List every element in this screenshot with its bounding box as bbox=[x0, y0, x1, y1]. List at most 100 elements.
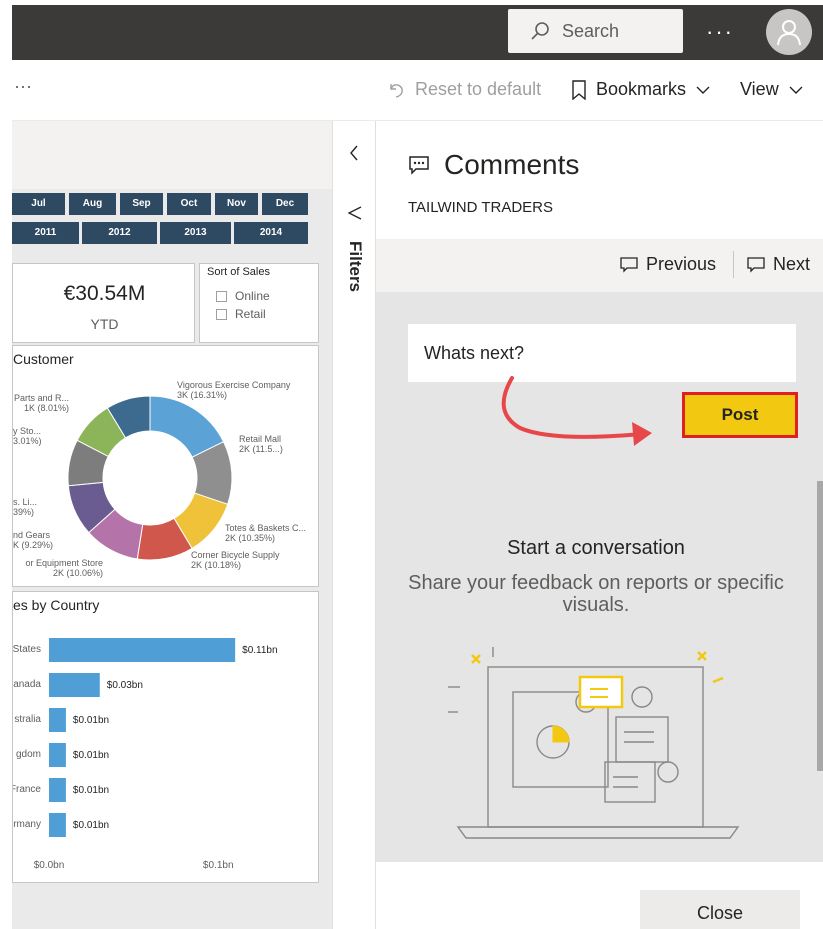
chevron-down-icon bbox=[789, 86, 803, 94]
comment-icon bbox=[409, 156, 429, 175]
next-button[interactable]: Next bbox=[747, 254, 810, 275]
top-bar: Search ··· bbox=[12, 5, 823, 60]
kpi-card: €30.54M YTD bbox=[12, 263, 195, 343]
search-placeholder: Search bbox=[562, 20, 620, 41]
donut-label-3: Corner Bicycle Supply 2K (10.18%) bbox=[191, 550, 280, 570]
view-button[interactable]: View bbox=[740, 79, 803, 100]
option-label: Retail bbox=[235, 307, 266, 321]
kpi-label: YTD bbox=[90, 316, 119, 332]
slicer-option-retail[interactable]: Retail bbox=[216, 307, 266, 321]
laptop-illustration bbox=[448, 647, 740, 839]
bar-chart: States $0.11bn anada $0.03bn stralia $0.01bn g… bbox=[13, 638, 278, 871]
month-tile[interactable]: Oct bbox=[167, 193, 211, 215]
bar-category-label: anada bbox=[13, 679, 41, 690]
donut-label-1: Retail Mall 2K (11.5...) bbox=[239, 434, 283, 454]
more-options-icon[interactable]: ··· bbox=[706, 19, 734, 45]
annotation-arrow bbox=[501, 376, 652, 446]
next-label: Next bbox=[773, 254, 811, 274]
slicer-option-online[interactable]: Online bbox=[216, 289, 270, 303]
year-tile[interactable]: 2014 bbox=[234, 222, 308, 244]
bar[interactable] bbox=[49, 743, 66, 767]
bar[interactable] bbox=[49, 813, 66, 837]
bar[interactable] bbox=[49, 708, 66, 732]
donut-label-5: nd Gears K (9.29%) bbox=[13, 530, 54, 550]
user-icon bbox=[777, 20, 801, 46]
report-name: TAILWIND TRADERS bbox=[408, 199, 554, 216]
year-tile[interactable]: 2012 bbox=[82, 222, 157, 244]
year-tile[interactable]: 2013 bbox=[160, 222, 231, 244]
bar-category-label: stralia bbox=[14, 714, 41, 725]
bar-category-label: France bbox=[13, 784, 41, 795]
bar-value-label: $0.01bn bbox=[73, 785, 109, 796]
slicer-title: Sort of Sales bbox=[207, 266, 270, 278]
bar-value-label: $0.11bn bbox=[242, 645, 277, 656]
donut-label-2: Totes & Baskets C... 2K (10.35%) bbox=[225, 523, 307, 543]
comment-nav-bar: Previous Next bbox=[376, 239, 823, 292]
axis-tick-label: $0.0bn bbox=[34, 860, 65, 871]
overflow-menu-icon[interactable]: ··· bbox=[14, 76, 32, 97]
option-label: Online bbox=[235, 289, 270, 303]
month-tile[interactable]: Dec bbox=[262, 193, 308, 215]
view-label: View bbox=[740, 79, 779, 99]
filters-pane-collapsed[interactable]: Filters bbox=[332, 121, 376, 929]
post-button[interactable]: Post bbox=[682, 392, 798, 438]
bar[interactable] bbox=[49, 778, 66, 802]
start-conversation-text: Share your feedback on reports or specif… bbox=[408, 572, 784, 616]
comment-next-icon bbox=[747, 256, 765, 273]
bar[interactable] bbox=[49, 673, 100, 697]
scrollbar[interactable] bbox=[817, 481, 823, 771]
report-header-area bbox=[12, 121, 332, 189]
bar-category-label: rmany bbox=[13, 819, 41, 830]
donut-label-4: or Equipment Store 2K (10.06%) bbox=[25, 558, 103, 578]
app-window: Search ··· ··· Reset to default Bookmark… bbox=[12, 5, 823, 929]
filter-icon bbox=[347, 206, 362, 220]
previous-button[interactable]: Previous bbox=[620, 254, 716, 275]
bar[interactable] bbox=[49, 638, 236, 662]
start-conversation-title: Start a conversation bbox=[507, 537, 685, 559]
month-tile[interactable]: Nov bbox=[215, 193, 258, 215]
search-box[interactable]: Search bbox=[508, 9, 683, 53]
bookmarks-label: Bookmarks bbox=[596, 79, 687, 99]
donut-label-8: Parts and R... 1K (8.01%) bbox=[13, 393, 69, 413]
undo-icon bbox=[390, 83, 403, 98]
comments-title: Comments bbox=[444, 149, 580, 180]
filters-label: Filters bbox=[346, 241, 365, 293]
comments-header: Comments bbox=[408, 149, 579, 181]
donut-label-7: y Sto... 3.01%) bbox=[13, 426, 42, 446]
divider bbox=[733, 251, 734, 278]
bookmark-icon bbox=[572, 79, 586, 100]
bar-value-label: $0.01bn bbox=[73, 750, 109, 761]
sales-by-country-card: es by Country States $0.11bn anada $0.03bn s… bbox=[12, 591, 319, 883]
bar-value-label: $0.03bn bbox=[107, 680, 143, 691]
comment-previous-icon bbox=[620, 256, 638, 273]
year-tile[interactable]: 2011 bbox=[12, 222, 79, 244]
customer-donut-card: Customer Vigorous Exercise Company 3K (16… bbox=[12, 345, 319, 587]
action-bar: ··· Reset to default Bookmarks View bbox=[12, 60, 823, 121]
bar-value-label: $0.01bn bbox=[73, 715, 109, 726]
kpi-value: €30.54M bbox=[63, 282, 146, 305]
reset-to-default-button[interactable]: Reset to default bbox=[387, 79, 541, 100]
donut-label-6: s. Li... 39%) bbox=[13, 497, 38, 517]
pane-footer: Close bbox=[376, 862, 823, 929]
bar-category-label: gdom bbox=[16, 749, 41, 760]
chevron-down-icon bbox=[696, 86, 710, 94]
checkbox[interactable] bbox=[216, 308, 227, 320]
month-tile[interactable]: Jul bbox=[12, 193, 65, 215]
bar-category-label: States bbox=[13, 644, 41, 655]
search-icon bbox=[531, 22, 549, 40]
bar-value-label: $0.01bn bbox=[73, 820, 109, 831]
conversation-area: Post Start a conversation Share your fee… bbox=[376, 292, 823, 862]
bookmarks-button[interactable]: Bookmarks bbox=[572, 79, 710, 100]
sort-of-sales-slicer: Sort of Sales Online Retail bbox=[199, 263, 319, 343]
month-tile[interactable]: Aug bbox=[69, 193, 116, 215]
avatar[interactable] bbox=[766, 9, 812, 55]
close-button[interactable]: Close bbox=[640, 890, 800, 929]
reset-label: Reset to default bbox=[415, 79, 542, 99]
chevron-left-icon[interactable] bbox=[348, 145, 360, 161]
comments-pane: Comments TAILWIND TRADERS Previous Next … bbox=[376, 121, 823, 929]
previous-label: Previous bbox=[646, 254, 717, 274]
checkbox[interactable] bbox=[216, 290, 227, 302]
axis-tick-label: $0.1bn bbox=[203, 860, 234, 871]
month-tile[interactable]: Sep bbox=[120, 193, 163, 215]
donut-label-0: Vigorous Exercise Company 3K (16.31%) bbox=[177, 380, 291, 400]
